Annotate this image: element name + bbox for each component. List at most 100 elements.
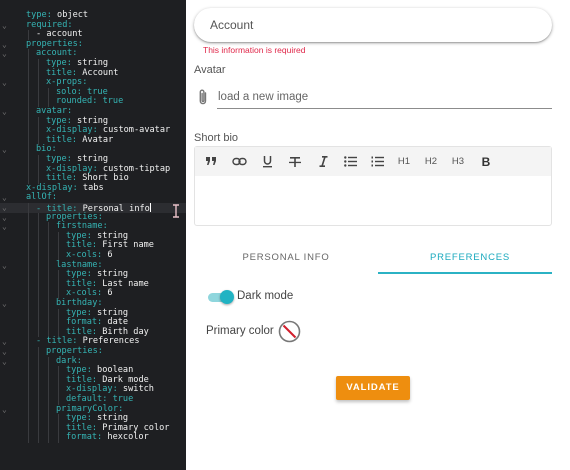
validate-button[interactable]: VALIDATE: [336, 376, 410, 400]
indent-guide: [28, 241, 29, 251]
indent-guide: [38, 126, 39, 136]
fold-chevron-icon[interactable]: ⌄: [2, 261, 12, 271]
indent-guide: [48, 395, 49, 405]
indent-guide: [28, 327, 29, 338]
text-cursor-icon: [173, 204, 179, 218]
blockquote-icon[interactable]: [203, 152, 219, 171]
avatar-label: Avatar: [194, 64, 226, 76]
underline-icon[interactable]: [259, 152, 275, 171]
fold-chevron-icon[interactable]: ⌄: [2, 40, 12, 50]
indent-guide: [28, 68, 29, 79]
indent-guide: [58, 375, 59, 386]
indent-guide: [48, 279, 49, 290]
indent-guide: [28, 299, 29, 309]
fold-chevron-icon[interactable]: ⌄: [2, 78, 12, 88]
account-input[interactable]: Account: [194, 8, 552, 42]
code-text: allOf:: [26, 192, 58, 203]
indent-guide: [28, 404, 29, 415]
indent-guide: [58, 270, 59, 280]
indent-guide: [28, 116, 29, 127]
fold-chevron-icon[interactable]: ⌄: [2, 357, 12, 367]
indent-guide: [48, 260, 49, 271]
tab-preferences[interactable]: PREFERENCES: [378, 243, 562, 273]
indent-guide: [28, 59, 29, 69]
indent-guide: [48, 404, 49, 415]
indent-guide: [28, 155, 29, 165]
avatar-input-placeholder: load a new image: [218, 91, 309, 103]
indent-guide: [28, 145, 29, 155]
indent-guide: [48, 289, 49, 299]
indent-guide: [28, 395, 29, 405]
indent-guide: [38, 289, 39, 299]
fold-chevron-icon[interactable]: ⌄: [2, 337, 12, 347]
code-line[interactable]: ⌄ properties:: [0, 39, 186, 50]
indent-guide: [38, 299, 39, 309]
tab-personal-info[interactable]: PERSONAL INFO: [194, 243, 378, 273]
indent-guide: [28, 87, 29, 98]
ordered-list-icon[interactable]: [369, 152, 385, 171]
indent-guide: [28, 231, 29, 242]
indent-guide: [28, 78, 29, 88]
code-line[interactable]: ⌄ properties:: [0, 346, 186, 357]
indent-guide: [38, 404, 39, 415]
indent-guide: [28, 356, 29, 367]
code-line[interactable]: ⌄ required:: [0, 20, 186, 31]
indent-guide: [38, 279, 39, 290]
fold-chevron-icon[interactable]: ⌄: [2, 193, 12, 203]
indent-guide: [48, 222, 49, 232]
fold-chevron-icon[interactable]: ⌄: [2, 49, 12, 59]
indent-guide: [28, 366, 29, 376]
code-line[interactable]: title: Account: [0, 68, 186, 79]
indent-guide: [38, 68, 39, 79]
account-input-label: Account: [210, 18, 254, 32]
indent-guide: [28, 49, 29, 59]
heading-3-button[interactable]: H3: [449, 152, 467, 171]
heading-1-button[interactable]: H1: [395, 152, 413, 171]
indent-guide: [48, 433, 49, 443]
indent-guide: [38, 347, 39, 357]
fold-chevron-icon[interactable]: ⌄: [2, 347, 12, 357]
text-caret: [149, 203, 151, 212]
rich-text-editor[interactable]: H1 H2 H3 B: [194, 146, 552, 226]
fold-chevron-icon[interactable]: ⌄: [2, 145, 12, 155]
strikethrough-icon[interactable]: [287, 152, 303, 171]
fold-chevron-icon[interactable]: ⌄: [2, 222, 12, 232]
indent-guide: [38, 433, 39, 443]
fold-chevron-icon[interactable]: ⌄: [2, 405, 12, 415]
indent-guide: [48, 414, 49, 424]
indent-guide: [28, 135, 29, 146]
indent-guide: [58, 241, 59, 251]
code-line[interactable]: format: hexcolor: [0, 433, 186, 443]
account-error-message: This information is required: [203, 45, 306, 55]
yaml-code-editor[interactable]: type: object ⌄ required: - account ⌄ properti…: [0, 0, 186, 470]
code-line[interactable]: rounded: true: [0, 97, 186, 107]
code-line[interactable]: title: Avatar: [0, 135, 186, 146]
indent-guide: [58, 231, 59, 242]
no-color-swatch-icon[interactable]: [278, 320, 301, 343]
code-line[interactable]: ⌄ allOf:: [0, 193, 186, 203]
heading-2-button[interactable]: H2: [422, 152, 440, 171]
indent-guide: [28, 203, 29, 213]
fold-chevron-icon[interactable]: ⌄: [2, 107, 12, 117]
fold-chevron-icon[interactable]: ⌄: [2, 213, 12, 223]
bold-icon[interactable]: B: [478, 152, 494, 171]
fold-chevron-icon[interactable]: ⌄: [2, 203, 12, 213]
avatar-input-field[interactable]: load a new image: [217, 85, 552, 109]
italic-icon[interactable]: [315, 152, 331, 171]
paperclip-icon[interactable]: [196, 88, 210, 106]
dark-mode-switch[interactable]: [206, 290, 234, 304]
fold-chevron-icon[interactable]: ⌄: [2, 21, 12, 31]
bullet-list-icon[interactable]: [342, 152, 358, 171]
indent-guide: [48, 241, 49, 251]
indent-guide: [48, 251, 49, 261]
indent-guide: [38, 423, 39, 434]
avatar-file-input[interactable]: load a new image: [194, 85, 552, 109]
link-icon[interactable]: [230, 152, 248, 171]
indent-guide: [58, 366, 59, 376]
dark-mode-label: Dark mode: [237, 290, 294, 302]
indent-guide: [28, 222, 29, 232]
indent-guide: [28, 318, 29, 328]
fold-chevron-icon[interactable]: ⌄: [2, 299, 12, 309]
form-tabs: PERSONAL INFO PREFERENCES: [194, 243, 552, 275]
indent-guide: [38, 212, 39, 223]
